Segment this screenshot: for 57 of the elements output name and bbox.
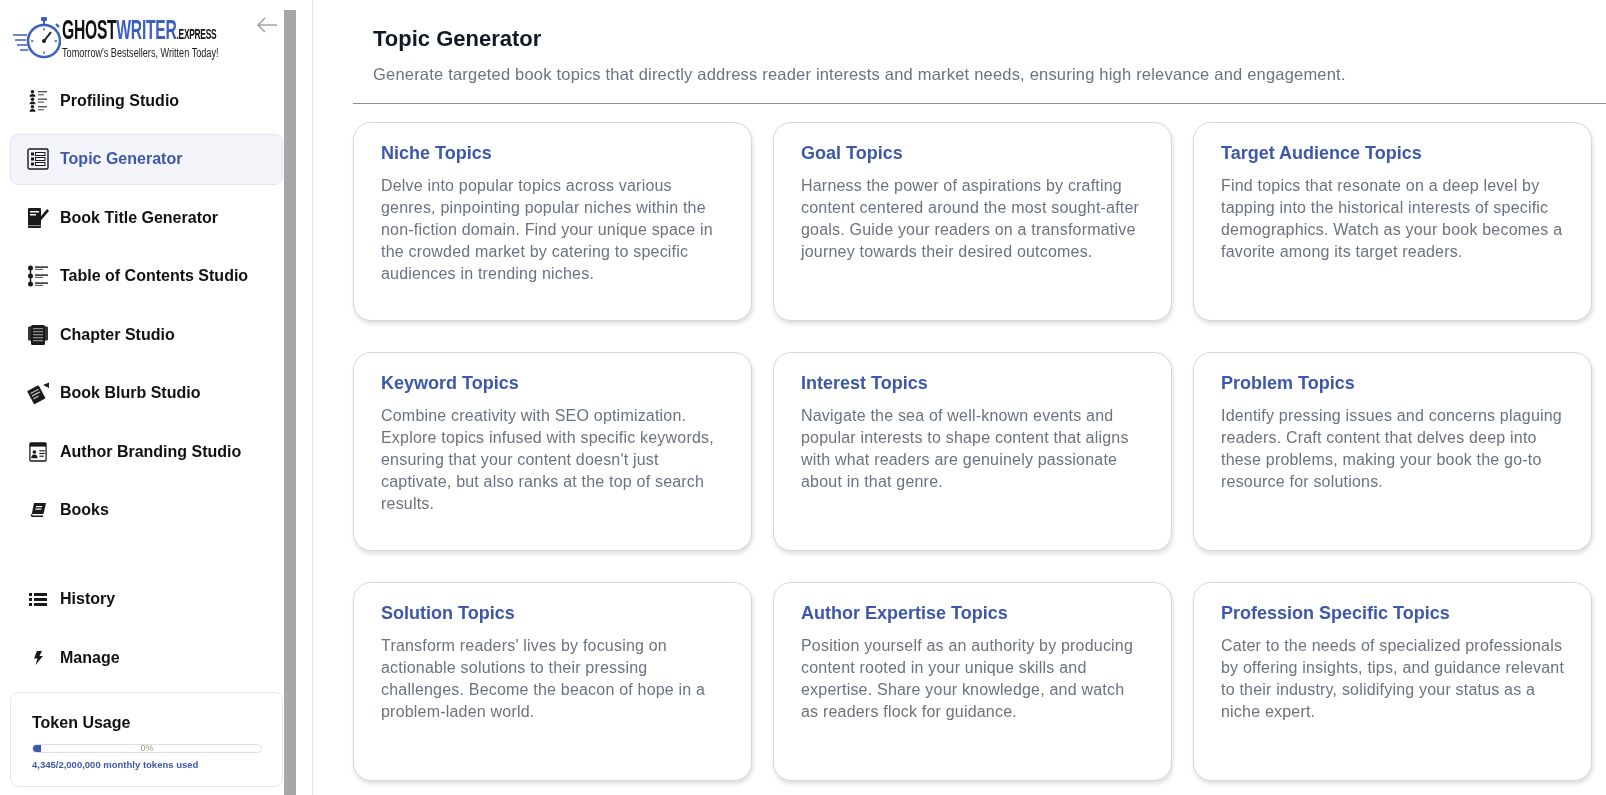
card-description: Position yourself as an authority by producing content rooted in your unique skills and expertise. Share your knowledge, and watch as readers flock for guidance. [801,636,1135,722]
card-description: Identify pressing issues and concerns plaguing readers. Craft content that delves deep into these problems, making your book the go-to resource for solutions. [1221,406,1563,492]
card-description: Find topics that resonate on a deep level by tapping into the historical interests of specific demographics. Watch as your book becomes a favorite among its target readers. [1221,176,1564,262]
card-description: Navigate the sea of well-known events and popular interests to shape content that aligns with what readers are genuinely passionate about in that genre. [801,406,1130,492]
nav-item[interactable]: Topic Generator [10,133,283,185]
people-list-icon [29,89,47,112]
logo-wordmark: GHOSTWRITER.EXPRESS [62,18,217,46]
card-description: Harness the power of aspirations by crafting content centered around the most sought-after goals. Guide your readers on a transformative journey towards their desired outcomes. [801,176,1141,262]
back-arrow-icon[interactable] [256,17,278,33]
card-title: Niche Topics [381,142,493,164]
list-icon [29,592,47,606]
book-pen-icon [27,206,49,229]
token-usage-title: Token Usage [32,713,132,733]
page-title: Topic Generator [373,26,543,52]
book-icon [30,503,46,517]
topic-card[interactable]: Interest Topics Navigate the sea of well-known events and popular interests to shape content that aligns with what readers are genuinely passionate about in that genre. [773,352,1172,551]
card-title: Goal Topics [801,142,904,164]
nav-item[interactable]: Book Title Generator [10,192,283,243]
topic-card[interactable]: Problem Topics Identify pressing issues and concerns plaguing readers. Craft content that delves deep into these problems, making your book the go-to resource for solutions. [1193,352,1592,551]
card-title: Solution Topics [381,602,516,624]
nav-item[interactable]: Chapter Studio [10,309,283,360]
topic-card[interactable] [353,122,752,321]
profile-page-icon [29,440,47,463]
nav-item[interactable]: Book Blurb Studio [10,367,283,419]
topic-card[interactable]: Profession Specific Topics Cater to the needs of specialized professionals by offering insights, tips, and guidance relevant to their industry, solidifying your status as a niche expert. [1193,582,1592,781]
card-title: Problem Topics [1221,372,1356,394]
timeline-list-icon [27,265,49,287]
nav-item[interactable]: Books [10,484,283,536]
logo-tagline: Tomorrow's Bestsellers, Written Today! [62,46,219,60]
nav-item[interactable]: History [10,573,283,625]
card-description: Delve into popular topics across various genres, pinpointing popular niches within the non-fiction domain. Find your unique space in the crowded market by catering to specific audiences in trending niches. [381,176,714,284]
notebook-icon [27,323,49,346]
numbered-list-icon [27,148,49,170]
nav-item[interactable]: Author Branding Studio [10,426,283,477]
topic-card[interactable]: Solution Topics Transform readers' lives by focusing on actionable solutions to their pressing challenges. Become the beacon of hope in a problem-laden world. [353,582,752,781]
scrollbar[interactable] [284,10,296,795]
card-title: Profession Specific Topics [1221,602,1451,624]
lightning-icon [33,650,43,665]
topic-card[interactable]: Author Expertise Topics Position yourself as an authority by producing content rooted in your unique skills and expertise. Share your knowledge, and watch as readers flock for guidance. [773,582,1172,781]
card-title: Interest Topics [801,372,929,394]
card-title: Keyword Topics [381,372,520,394]
page-subtitle: Generate targeted book topics that directly address reader interests and market needs, ensuring high relevance and engagement. [373,64,1347,84]
card-description: Cater to the needs of specialized professionals by offering insights, tips, and guidance relevant to their industry, solidifying your status as a niche expert. [1221,636,1565,722]
token-usage-caption: 4,345/2,000,000 monthly tokens used [32,759,200,771]
stopwatch-icon [13,15,61,59]
card-title: Target Audience Topics [1221,142,1423,164]
card-title: Author Expertise Topics [801,602,1009,624]
progress-percent: 0% [140,743,154,754]
topic-card[interactable]: Target Audience Topics Find topics that resonate on a deep level by tapping into the historical interests of specific demographics. Watch as your book becomes a favorite among its target readers. [1193,122,1592,321]
tilted-book-icon [27,382,49,404]
nav-item[interactable]: Profiling Studio [10,75,283,126]
topic-card[interactable]: Goal Topics Harness the power of aspirations by crafting content centered around the most sought-after goals. Guide your readers on a transformative journey towards their desired outcomes. [773,122,1172,321]
topic-card[interactable]: Keyword Topics Combine creativity with SEO optimization. Explore topics infused with specific keywords, ensuring that your content doesn't just captivate, but also ranks at the top of search results. [353,352,752,551]
nav-item[interactable]: Table of Contents Studio [10,250,283,302]
card-description: Transform readers' lives by focusing on actionable solutions to their pressing challenges. Become the beacon of hope in a problem-laden world. [381,636,707,722]
card-description: Combine creativity with SEO optimization. Explore topics infused with specific keywords, ensuring that your content doesn't just captivate, but also ranks at the top of search results. [381,406,715,514]
nav-item[interactable]: Manage [10,632,283,683]
